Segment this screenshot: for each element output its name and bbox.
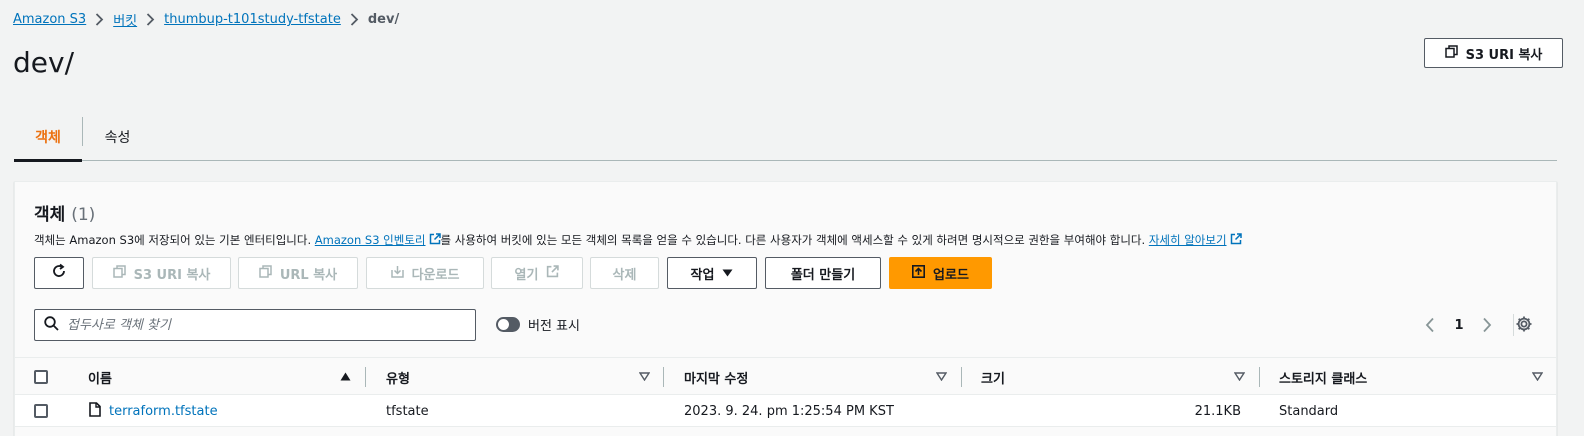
show-versions-toggle[interactable]: 버전 표시: [496, 315, 580, 334]
tabs: 객체 속성: [14, 112, 1557, 162]
column-separator: [663, 367, 664, 387]
tab-properties[interactable]: 속성: [83, 112, 152, 161]
inventory-link[interactable]: Amazon S3 인벤토리: [315, 232, 441, 248]
upload-label: 업로드: [933, 267, 969, 283]
objects-panel: 객체 (1) 객체는 Amazon S3에 저장되어 있는 기본 엔터티입니다.…: [14, 181, 1557, 436]
create-folder-button[interactable]: 폴더 만들기: [765, 257, 881, 289]
objects-description: 객체는 Amazon S3에 저장되어 있는 기본 엔터티입니다. Amazon…: [34, 232, 1242, 248]
description-prefix: 객체는 Amazon S3에 저장되어 있는 기본 엔터티입니다.: [34, 233, 312, 247]
copy-icon: [259, 264, 272, 282]
breadcrumb: Amazon S3 버킷 thumbup-t101study-tfstate d…: [13, 10, 399, 29]
column-header-last-modified[interactable]: 마지막 수정: [684, 358, 748, 396]
learn-more-link-label: 자세히 알아보기: [1148, 233, 1227, 247]
create-folder-label: 폴더 만들기: [790, 267, 856, 283]
row-last-modified-cell: 2023. 9. 24. pm 1:25:54 PM KST: [684, 403, 894, 419]
column-storage-class-label: 스토리지 클래스: [1279, 371, 1368, 387]
tab-properties-label: 속성: [104, 129, 131, 146]
download-label: 다운로드: [411, 267, 460, 283]
toggle-knob: [498, 319, 509, 330]
column-name-label: 이름: [88, 371, 112, 387]
copy-url-label: URL 복사: [279, 267, 338, 283]
chevron-right-icon: [95, 13, 104, 26]
sort-down-icon[interactable]: [1234, 372, 1245, 381]
open-label: 열기: [514, 267, 539, 283]
copy-s3-uri-header-label: S3 URI 복사: [1465, 47, 1543, 63]
copy-s3-uri-button[interactable]: S3 URI 복사: [92, 257, 231, 289]
sort-ascending-icon[interactable]: [340, 372, 351, 381]
row-name-cell: terraform.tfstate: [89, 395, 218, 427]
copy-icon: [1444, 44, 1458, 62]
refresh-button[interactable]: [34, 257, 84, 289]
delete-button[interactable]: 삭제: [590, 257, 659, 289]
sort-down-icon[interactable]: [936, 372, 947, 381]
column-header-storage-class[interactable]: 스토리지 클래스: [1279, 358, 1367, 396]
caret-down-icon: [722, 266, 733, 281]
select-all-checkbox[interactable]: [34, 370, 48, 384]
external-link-icon: [1230, 232, 1242, 248]
inventory-link-label: Amazon S3 인벤토리: [314, 233, 426, 247]
objects-panel-title: 객체 (1): [34, 200, 95, 225]
external-link-icon: [429, 232, 441, 248]
pagination: 1: [1425, 314, 1514, 336]
upload-icon: [912, 264, 926, 282]
column-separator: [365, 367, 366, 387]
table-header: 이름 유형 마지막 수정 크기 스토리지 클래스: [15, 357, 1556, 395]
external-link-icon: [546, 264, 560, 282]
actions-label: 작업: [690, 267, 715, 283]
tab-objects[interactable]: 객체: [14, 112, 82, 162]
row-storage-class-cell: Standard: [1279, 403, 1339, 419]
column-type-label: 유형: [386, 371, 410, 387]
copy-s3-uri-label: S3 URI 복사: [133, 267, 211, 283]
download-icon: [390, 265, 404, 282]
chevron-right-icon[interactable]: [1482, 317, 1492, 333]
column-separator: [1259, 367, 1260, 387]
pagination-divider: [1513, 314, 1514, 336]
chevron-right-icon: [146, 13, 155, 26]
objects-title-text: 객체: [34, 205, 66, 225]
search-input[interactable]: [67, 317, 475, 333]
column-size-label: 크기: [981, 371, 1005, 387]
table-row: terraform.tfstate tfstate 2023. 9. 24. p…: [15, 395, 1556, 427]
toggle-switch[interactable]: [496, 317, 520, 332]
upload-button[interactable]: 업로드: [889, 257, 992, 289]
tab-objects-label: 객체: [35, 129, 61, 146]
refresh-icon: [51, 263, 67, 283]
copy-url-button[interactable]: URL 복사: [238, 257, 358, 289]
breadcrumb-link-buckets[interactable]: 버킷: [113, 10, 137, 29]
sort-down-icon[interactable]: [1532, 372, 1543, 381]
row-checkbox[interactable]: [34, 404, 48, 418]
column-header-name[interactable]: 이름: [88, 358, 112, 396]
gear-icon[interactable]: [1515, 315, 1533, 333]
delete-label: 삭제: [612, 267, 637, 283]
description-middle: 를 사용하여 버킷에 있는 모든 객체의 목록을 얻을 수 있습니다. 다른 사…: [440, 233, 1146, 247]
breadcrumb-current: dev/: [367, 12, 400, 27]
download-button[interactable]: 다운로드: [366, 257, 484, 289]
breadcrumb-link-bucket[interactable]: thumbup-t101study-tfstate: [164, 12, 341, 27]
copy-icon: [112, 264, 126, 282]
breadcrumb-link-amazon-s3[interactable]: Amazon S3: [13, 12, 86, 27]
row-checkbox-cell: [34, 395, 48, 427]
open-button[interactable]: 열기: [491, 257, 583, 289]
chevron-right-icon: [350, 13, 359, 26]
row-type-cell: tfstate: [386, 403, 429, 419]
column-separator: [961, 367, 962, 387]
show-versions-label: 버전 표시: [528, 319, 580, 334]
sort-down-icon[interactable]: [639, 372, 650, 381]
select-all-checkbox-cell: [34, 358, 48, 396]
column-last-modified-label: 마지막 수정: [684, 371, 749, 387]
object-name-link[interactable]: terraform.tfstate: [109, 404, 218, 419]
row-size-cell: 21.1KB: [1194, 403, 1241, 419]
file-icon: [89, 401, 101, 421]
column-header-type[interactable]: 유형: [386, 358, 410, 396]
actions-dropdown[interactable]: 작업: [667, 257, 757, 289]
current-page-number[interactable]: 1: [1452, 318, 1466, 333]
objects-count: (1): [71, 205, 96, 225]
copy-s3-uri-header-button[interactable]: S3 URI 복사: [1424, 38, 1563, 68]
learn-more-link[interactable]: 자세히 알아보기: [1149, 232, 1242, 248]
page-title: dev/: [13, 46, 75, 79]
chevron-left-icon[interactable]: [1425, 317, 1435, 333]
column-header-size[interactable]: 크기: [981, 358, 1005, 396]
search-box: [34, 309, 476, 341]
search-icon: [44, 315, 59, 335]
